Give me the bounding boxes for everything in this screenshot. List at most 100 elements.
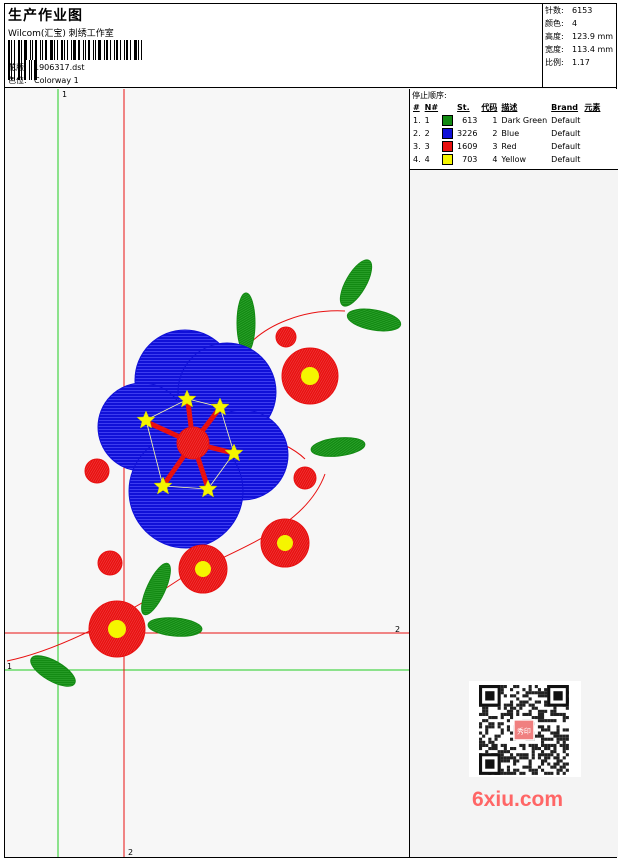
col-header: N# (424, 103, 439, 112)
brand: Default (551, 155, 581, 164)
col-header: Brand (551, 103, 579, 112)
col-header: St. (457, 103, 470, 112)
stat-label: 针数: (545, 6, 564, 15)
stop-sequence-panel: 停止顺序: # N# St. 代码 描述 Brand 元素 1. 1 613 1 Dar… (409, 89, 618, 170)
design-preview: 1 1 2 2 (5, 89, 409, 857)
element (582, 140, 602, 153)
row-number: 4. (413, 155, 421, 164)
stat-colors: 颜色: 4 (543, 17, 616, 30)
red-bud (84, 458, 110, 484)
qr-logo-text: 秀印 (517, 726, 531, 735)
leaf (310, 437, 366, 457)
color-swatch-box (442, 115, 454, 126)
stat-value: 4 (572, 19, 578, 28)
brand: Default (551, 129, 581, 138)
red-flower (260, 518, 310, 568)
table-row: 4. 4 703 4 Yellow Default (411, 153, 602, 166)
red-flower (178, 544, 228, 594)
red-bud (275, 326, 297, 348)
design-stats: 针数: 6153 颜色: 4 高度: 123.9 mm 宽度: 113.4 mm 比例:… (543, 4, 616, 87)
red-flower (281, 347, 339, 405)
stat-scale: 比例: 1.17 (543, 56, 616, 69)
qr-code-image: 秀印 (479, 685, 569, 775)
stat-label: 宽度: (545, 45, 564, 54)
color-swatch-box (442, 154, 454, 165)
stat-label: 高度: (545, 32, 564, 41)
row-number: 2. (413, 129, 421, 138)
brand: Default (551, 116, 581, 125)
red-bud (293, 466, 317, 490)
color-code: 1 (492, 116, 498, 125)
color-swatch-box (442, 128, 454, 139)
needle-number: 4 (424, 155, 430, 164)
stop-sequence-caption: 停止顺序: (412, 91, 447, 100)
design-file-value: 1906317.dst (34, 63, 85, 72)
table-row: 1. 1 613 1 Dark Green Default (411, 114, 602, 127)
stitch-count: 3226 (457, 129, 478, 138)
leaf (236, 292, 256, 354)
col-header: # (413, 103, 420, 112)
element (582, 114, 602, 127)
stitch-count: 703 (462, 155, 478, 164)
row-number: 3. (413, 142, 421, 151)
col-header: 代码 (481, 103, 498, 112)
blue-flower (97, 329, 289, 549)
guide-label-green-top: 1 (62, 90, 67, 99)
stop-sequence-table: # N# St. 代码 描述 Brand 元素 1. 1 613 1 Dark Gree… (411, 101, 602, 166)
col-header: 描述 (501, 103, 518, 112)
upper-stem (244, 310, 346, 350)
color-swatch-box (442, 141, 454, 152)
table-row: 2. 2 3226 2 Blue Default (411, 127, 602, 140)
color-description: Dark Green (501, 116, 548, 125)
red-flower (88, 600, 146, 658)
embroidery-design: 1 1 2 2 (5, 89, 409, 857)
element (582, 127, 602, 140)
stat-value: 123.9 mm (572, 32, 614, 41)
color-swatch (440, 127, 455, 140)
watermark: 6xiu.com (472, 788, 564, 811)
color-description: Red (501, 142, 517, 151)
leaf (339, 259, 373, 307)
leaf (30, 655, 76, 687)
color-description: Blue (501, 129, 520, 138)
qr-code: 秀印 (469, 681, 581, 777)
table-header-row: # N# St. 代码 描述 Brand 元素 (411, 101, 602, 114)
needle-number: 3 (424, 142, 430, 151)
header: 生产作业图 Wilcom(汇宝) 刺绣工作室 花版: 1906317.dst 色位… (4, 3, 617, 88)
color-code: 3 (492, 142, 498, 151)
leaf (147, 617, 203, 637)
row-number: 1. (413, 116, 421, 125)
color-code: 4 (492, 155, 498, 164)
stat-value: 1.17 (572, 58, 590, 67)
color-swatch (440, 140, 455, 153)
leaf (141, 562, 171, 616)
stat-width: 宽度: 113.4 mm (543, 43, 616, 56)
guide-label-green-left: 1 (7, 662, 12, 671)
colorway-value: Colorway 1 (34, 76, 79, 85)
design-file-label: 花版: (8, 63, 27, 72)
guide-label-red-right: 2 (395, 625, 400, 634)
table-row: 3. 3 1609 3 Red Default (411, 140, 602, 153)
page-title: 生产作业图 (8, 8, 83, 24)
needle-number: 2 (424, 129, 430, 138)
barcode (8, 40, 146, 80)
brand: Default (551, 142, 581, 151)
stat-label: 颜色: (545, 19, 564, 28)
colorway-label: 色位: (8, 76, 27, 85)
color-code: 2 (492, 129, 498, 138)
stat-value: 6153 (572, 6, 593, 15)
header-info: 生产作业图 Wilcom(汇宝) 刺绣工作室 花版: 1906317.dst 色位… (5, 4, 543, 87)
col-header (440, 101, 455, 114)
red-bud (97, 550, 123, 576)
col-header: 元素 (584, 103, 601, 112)
company-name: Wilcom(汇宝) 刺绣工作室 (8, 29, 114, 39)
colorway-field: 色位: Colorway 1 (8, 75, 79, 86)
design-file-field: 花版: 1906317.dst (8, 62, 85, 73)
leaf (346, 308, 402, 332)
stitch-count: 1609 (457, 142, 478, 151)
color-swatch (440, 153, 455, 166)
color-swatch (440, 114, 455, 127)
guide-label-red-bottom: 2 (128, 848, 133, 857)
needle-number: 1 (424, 116, 430, 125)
stitch-count: 613 (462, 116, 478, 125)
